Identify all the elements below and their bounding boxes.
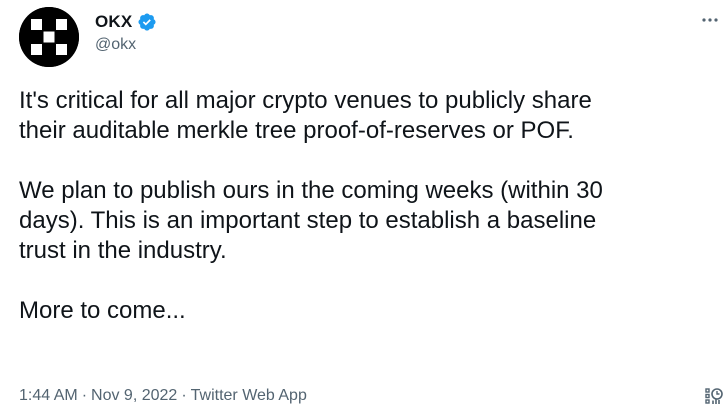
tweet-text-line: their auditable merkle tree proof-of-res… (19, 117, 574, 144)
more-horizontal-icon (702, 18, 718, 22)
tweet-text-line: We plan to publish ours in the coming we… (19, 177, 603, 204)
analytics-icon[interactable] (704, 386, 724, 406)
tweet-text-line: It's critical for all major crypto venue… (19, 87, 592, 114)
tweet-text-line: trust in the industry. (19, 237, 227, 264)
author-name-row: OKX (95, 12, 157, 32)
author-display-name[interactable]: OKX (95, 12, 132, 32)
verified-badge-icon (137, 12, 157, 32)
okx-logo-icon (19, 7, 79, 67)
tweet-time[interactable]: 1:44 AM (19, 386, 78, 406)
meta-separator: · (181, 387, 187, 404)
tweet-date[interactable]: Nov 9, 2022 (91, 386, 177, 406)
tweet-text-line: More to come... (19, 297, 186, 324)
tweet-card: OKX @okx It's critical for all major cry… (0, 0, 724, 418)
tweet-source[interactable]: Twitter Web App (191, 386, 307, 406)
meta-separator: · (81, 387, 88, 404)
avatar[interactable] (19, 7, 79, 67)
tweet-meta: 1:44 AM · Nov 9, 2022 · Twitter Web App (19, 386, 307, 406)
tweet-text-line: days). This is an important step to esta… (19, 207, 597, 234)
more-options-button[interactable] (696, 10, 724, 30)
tweet-text: It's critical for all major crypto venue… (19, 86, 724, 326)
author-handle[interactable]: @okx (95, 36, 136, 54)
